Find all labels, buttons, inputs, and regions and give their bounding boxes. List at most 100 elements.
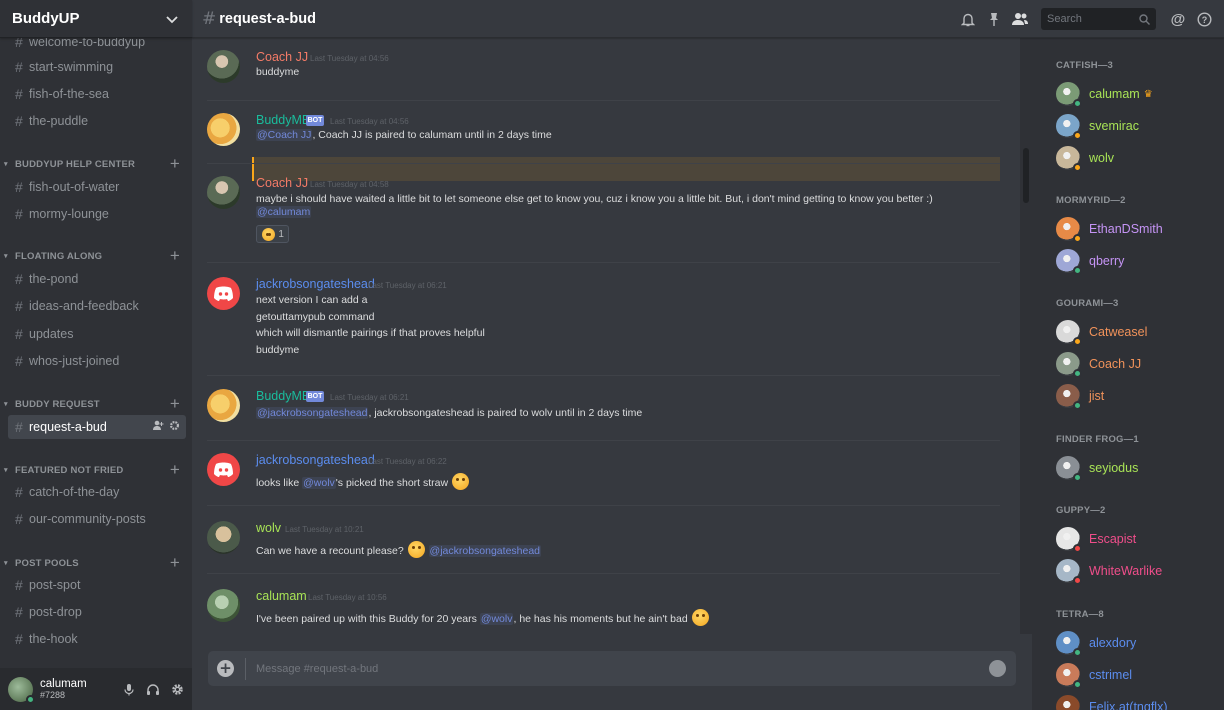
message-author[interactable]: wolv bbox=[256, 521, 281, 535]
message-text: 's picked the short straw bbox=[335, 477, 449, 489]
channel-name: whos-just-joined bbox=[29, 354, 120, 368]
sidebar-item-start-swimming[interactable]: # start-swimming bbox=[8, 55, 186, 79]
mentions-at-icon[interactable]: @ bbox=[1168, 9, 1188, 29]
category-featured-not-fried[interactable]: ▾ FEATURED NOT FRIED + bbox=[4, 461, 188, 478]
member-item[interactable]: EthanDSmith bbox=[1056, 216, 1216, 243]
sidebar-item-whos-just-joined[interactable]: # whos-just-joined bbox=[8, 349, 186, 373]
add-channel-icon[interactable]: + bbox=[170, 155, 180, 172]
member-item[interactable]: wolv bbox=[1056, 145, 1216, 172]
member-item[interactable]: WhiteWarlike bbox=[1056, 558, 1216, 585]
sidebar-item-the-hook[interactable]: # the-hook bbox=[8, 627, 186, 651]
channel-hash-icon: # bbox=[15, 298, 23, 314]
member-item[interactable]: Catweasel bbox=[1056, 319, 1216, 346]
status-indicator-icon bbox=[1073, 99, 1082, 108]
help-icon[interactable]: ? bbox=[1194, 9, 1214, 29]
user-mention[interactable]: @wolv bbox=[302, 477, 336, 489]
sidebar-item-the-puddle[interactable]: # the-puddle bbox=[8, 109, 186, 133]
add-channel-icon[interactable]: + bbox=[170, 461, 180, 478]
category-label: POST POOLS bbox=[15, 557, 79, 569]
member-item[interactable]: alexdory bbox=[1056, 630, 1216, 657]
member-item[interactable]: cstrimel bbox=[1056, 662, 1216, 689]
sidebar-item-ideas-and-feedback[interactable]: # ideas-and-feedback bbox=[8, 294, 186, 318]
member-list-icon[interactable] bbox=[1010, 9, 1030, 29]
message-author[interactable]: jackrobsongateshead bbox=[256, 277, 375, 291]
sidebar-item-post-drop[interactable]: # post-drop bbox=[8, 600, 186, 624]
emoji-picker-icon[interactable] bbox=[989, 660, 1006, 677]
message-author[interactable]: BuddyME bbox=[256, 389, 310, 403]
search-input[interactable] bbox=[1047, 13, 1139, 25]
avatar[interactable] bbox=[207, 453, 240, 486]
bot-badge: BOT bbox=[306, 115, 324, 126]
message-author[interactable]: Coach JJ bbox=[256, 176, 308, 190]
user-mention[interactable]: @jackrobsongateshead bbox=[256, 407, 369, 419]
message-author[interactable]: BuddyME bbox=[256, 113, 310, 127]
channel-settings-icon[interactable] bbox=[169, 420, 180, 434]
add-channel-icon[interactable]: + bbox=[170, 247, 180, 264]
sidebar-item-fish-of-the-sea[interactable]: # fish-of-the-sea bbox=[8, 82, 186, 106]
sidebar-item-mormy-lounge[interactable]: # mormy-lounge bbox=[8, 202, 186, 226]
avatar[interactable] bbox=[207, 521, 240, 554]
category-label: FEATURED NOT FRIED bbox=[15, 464, 124, 476]
user-mention[interactable]: @jackrobsongateshead bbox=[428, 545, 542, 557]
headphones-icon[interactable] bbox=[146, 683, 160, 696]
member-item[interactable]: jist bbox=[1056, 383, 1216, 410]
message-author[interactable]: Coach JJ bbox=[256, 50, 308, 64]
message-author[interactable]: calumam bbox=[256, 589, 307, 603]
channel-list[interactable]: # welcome-to-buddyup # start-swimming # fish-… bbox=[0, 38, 192, 668]
member-item[interactable]: Felix.at(tngflx) bbox=[1056, 694, 1216, 710]
sidebar-item-request-a-bud[interactable]: # request-a-bud bbox=[8, 415, 186, 439]
message-author[interactable]: jackrobsongateshead bbox=[256, 453, 375, 467]
reaction-button[interactable]: 1 bbox=[256, 225, 289, 243]
avatar[interactable] bbox=[207, 113, 240, 146]
avatar[interactable] bbox=[207, 176, 240, 209]
search-bar[interactable] bbox=[1041, 8, 1156, 30]
scrollbar-thumb[interactable] bbox=[1023, 148, 1029, 203]
message: BuddyME BOT Last Tuesday at 04:56 @Coach JJ… bbox=[192, 38, 1012, 638]
settings-gear-icon[interactable] bbox=[171, 683, 184, 696]
username: calumam bbox=[40, 678, 87, 690]
server-name: BuddyUP bbox=[12, 10, 80, 27]
invite-member-icon[interactable] bbox=[152, 420, 164, 434]
member-item[interactable]: seyiodus bbox=[1056, 455, 1216, 482]
sidebar-item-our-community-posts[interactable]: # our-community-posts bbox=[8, 507, 186, 531]
add-channel-icon[interactable]: + bbox=[170, 554, 180, 571]
user-mention[interactable]: @Coach JJ bbox=[256, 129, 313, 141]
avatar[interactable] bbox=[207, 277, 240, 310]
member-name: svemirac bbox=[1089, 119, 1140, 133]
member-item[interactable]: svemirac bbox=[1056, 113, 1216, 140]
member-item[interactable]: Coach JJ bbox=[1056, 351, 1216, 378]
avatar[interactable] bbox=[207, 389, 240, 422]
avatar[interactable] bbox=[8, 676, 35, 704]
user-mention[interactable]: @calumam bbox=[256, 206, 312, 218]
category-post-pools[interactable]: ▾ POST POOLS + bbox=[4, 554, 188, 571]
category-buddyup-help-center[interactable]: ▾ BUDDYUP HELP CENTER + bbox=[4, 155, 188, 172]
sidebar-item-catch-of-the-day[interactable]: # catch-of-the-day bbox=[8, 480, 186, 504]
avatar bbox=[1056, 114, 1082, 140]
add-channel-icon[interactable]: + bbox=[170, 395, 180, 412]
category-buddy-request[interactable]: ▾ BUDDY REQUEST + bbox=[4, 395, 188, 412]
message-line: maybe i should have waited a little bit … bbox=[256, 193, 933, 205]
attach-plus-icon[interactable]: + bbox=[217, 660, 234, 677]
user-info[interactable]: calumam #7288 bbox=[40, 678, 123, 700]
user-mention[interactable]: @wolv bbox=[479, 613, 514, 625]
microphone-icon[interactable] bbox=[123, 683, 135, 696]
channel-name: welcome-to-buddyup bbox=[29, 38, 146, 49]
pin-icon[interactable] bbox=[984, 9, 1004, 29]
sidebar-item-welcome-to-buddyup[interactable]: # welcome-to-buddyup bbox=[8, 38, 186, 54]
category-floating-along[interactable]: ▾ FLOATING ALONG + bbox=[4, 247, 188, 264]
message-scrollbar[interactable] bbox=[1020, 38, 1032, 634]
member-item[interactable]: calumam ♛ bbox=[1056, 81, 1216, 108]
sidebar-item-post-spot[interactable]: # post-spot bbox=[8, 573, 186, 597]
sidebar-item-fish-out-of-water[interactable]: # fish-out-of-water bbox=[8, 175, 186, 199]
sidebar-item-updates[interactable]: # updates bbox=[8, 322, 186, 346]
server-header[interactable]: BuddyUP bbox=[0, 0, 192, 38]
sidebar-item-the-pond[interactable]: # the-pond bbox=[8, 267, 186, 291]
message-input[interactable] bbox=[256, 662, 989, 675]
avatar[interactable] bbox=[207, 589, 240, 622]
message-list[interactable]: Coach JJ Last Tuesday at 04:56 buddyme Budd… bbox=[192, 38, 1032, 638]
member-item[interactable]: Escapist bbox=[1056, 526, 1216, 553]
avatar[interactable] bbox=[207, 50, 240, 83]
member-item[interactable]: qberry bbox=[1056, 248, 1216, 275]
notification-bell-icon[interactable] bbox=[958, 9, 978, 29]
member-name: jist bbox=[1089, 389, 1105, 403]
